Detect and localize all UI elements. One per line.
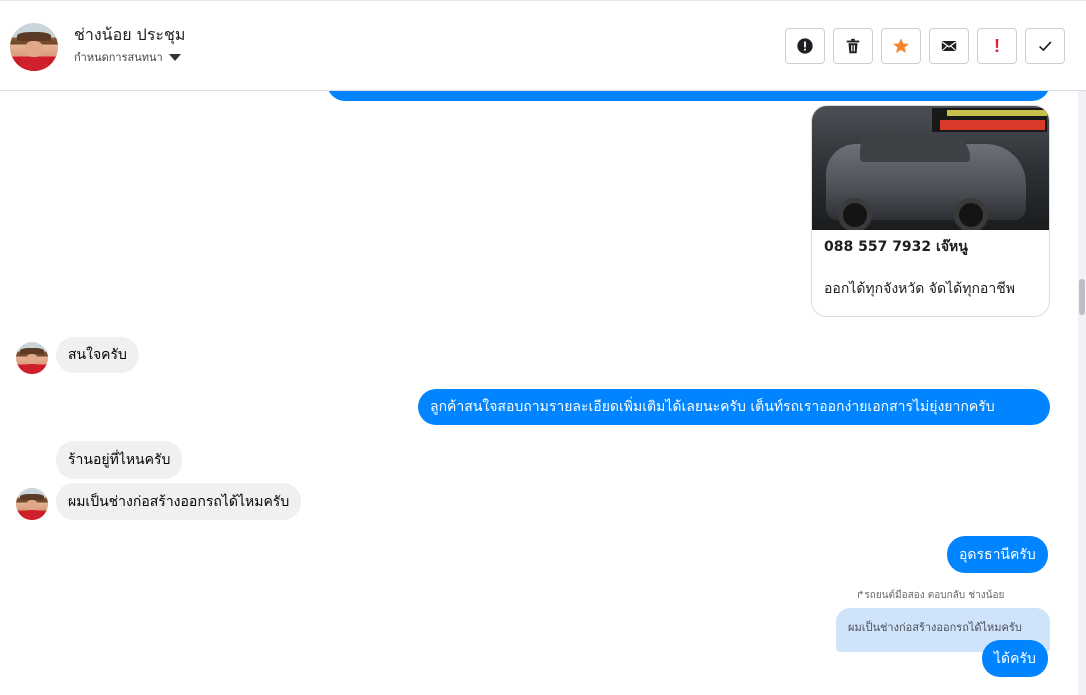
conversation-header: ช่างน้อย ประชุม กำหนดการสนทนา ! bbox=[0, 0, 1086, 91]
report-button[interactable] bbox=[785, 28, 825, 64]
thread-scrollbar[interactable] bbox=[1078, 91, 1086, 695]
outgoing-message[interactable]: ลูกค้าสนใจสอบถามรายละเอียดเพิ่มเติมได้เล… bbox=[418, 389, 1050, 425]
star-icon bbox=[893, 38, 909, 54]
previous-outgoing-message[interactable] bbox=[327, 91, 1050, 101]
message-thread[interactable]: 088 557 7932 เจ๊หนู ออกได้ทุกจังหวัด จัด… bbox=[0, 91, 1078, 695]
message-text: อุดรธานีครับ bbox=[959, 546, 1036, 563]
incoming-message[interactable]: สนใจครับ bbox=[56, 337, 139, 373]
delete-button[interactable] bbox=[833, 28, 873, 64]
scrollbar-thumb[interactable] bbox=[1079, 279, 1085, 315]
incoming-message[interactable]: ผมเป็นช่างก่อสร้างออกรถได้ไหมครับ bbox=[56, 483, 302, 520]
important-button[interactable]: ! bbox=[977, 28, 1017, 64]
card-description: ออกได้ทุกจังหวัด จัดได้ทุกอาชีพ bbox=[824, 281, 1015, 297]
message-text: ลูกค้าสนใจสอบถามรายละเอียดเพิ่มเติมได้เล… bbox=[430, 399, 995, 415]
incoming-message[interactable]: ร้านอยู่ที่ไหนครับ bbox=[56, 441, 183, 479]
contact-avatar[interactable] bbox=[10, 23, 58, 71]
done-button[interactable] bbox=[1025, 28, 1065, 64]
exclamation-icon: ! bbox=[994, 35, 1000, 56]
contact-name[interactable]: ช่างน้อย ประชุม bbox=[74, 23, 185, 48]
message-text: สนใจครับ bbox=[68, 347, 127, 363]
alert-circle-icon bbox=[797, 38, 813, 54]
message-text: ร้านอยู่ที่ไหนครับ bbox=[68, 452, 171, 468]
reply-meta-text: รถยนต์มือสอง ตอบกลับ ช่างน้อย bbox=[864, 590, 1005, 601]
caret-down-icon bbox=[168, 53, 181, 61]
trash-icon bbox=[846, 38, 860, 54]
car-photo[interactable] bbox=[812, 106, 1049, 230]
star-button[interactable] bbox=[881, 28, 921, 64]
envelope-icon bbox=[941, 41, 957, 51]
shared-post-card[interactable]: 088 557 7932 เจ๊หนู ออกได้ทุกจังหวัด จัด… bbox=[811, 105, 1050, 317]
message-text: ได้ครับ bbox=[994, 650, 1036, 667]
sender-avatar[interactable] bbox=[16, 488, 48, 520]
messenger-window: ช่างน้อย ประชุม กำหนดการสนทนา ! 088 557 … bbox=[0, 0, 1086, 695]
outgoing-message[interactable]: อุดรธานีครับ bbox=[947, 536, 1048, 573]
quoted-message-text: ผมเป็นช่างก่อสร้างออกรถได้ไหมครับ bbox=[848, 621, 1022, 634]
message-text: ผมเป็นช่างก่อสร้างออกรถได้ไหมครับ bbox=[68, 493, 290, 510]
card-phone: 088 557 7932 เจ๊หนู bbox=[824, 239, 968, 255]
sender-avatar[interactable] bbox=[16, 342, 48, 374]
outgoing-message[interactable]: ได้ครับ bbox=[982, 640, 1048, 677]
conversation-settings[interactable]: กำหนดการสนทนา bbox=[74, 48, 181, 66]
conversation-settings-label: กำหนดการสนทนา bbox=[74, 51, 163, 64]
check-icon bbox=[1039, 41, 1052, 52]
reply-indicator: ↱รถยนต์มือสอง ตอบกลับ ช่างน้อย bbox=[856, 588, 1004, 603]
mark-unread-button[interactable] bbox=[929, 28, 969, 64]
header-actions: ! bbox=[785, 28, 1065, 64]
